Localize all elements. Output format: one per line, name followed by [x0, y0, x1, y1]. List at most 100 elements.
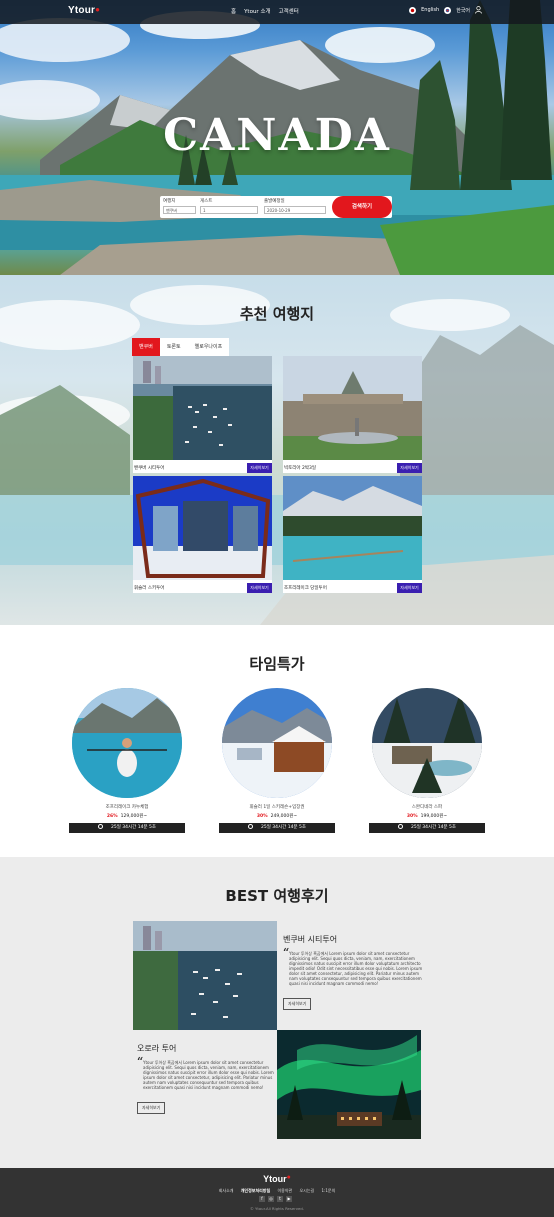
card-title: 빅토리아 2박3일 — [284, 466, 316, 471]
deal-timer-text: 25일 34시간 14분 5초 — [110, 825, 157, 830]
footer-logo-text: Ytour — [263, 1174, 287, 1184]
destination-field: 여행지 밴쿠버 — [163, 198, 196, 214]
nav-about[interactable]: Ytour 소개 — [244, 7, 271, 15]
card-more-button[interactable]: 자세히보기 — [397, 463, 422, 473]
guest-label: 게스트 — [200, 199, 213, 204]
top-navigation: Ytour● 홈 Ytour 소개 고객센터 English 한국어 — [0, 0, 554, 24]
card-title: 조프리레이크 당일투어 — [284, 586, 327, 591]
twitter-icon[interactable]: t — [277, 1196, 283, 1202]
clock-icon — [247, 824, 253, 829]
review-more-button[interactable]: 자세히보기 — [137, 1102, 166, 1114]
user-icon[interactable] — [475, 6, 482, 14]
card-more-button[interactable]: 자세히보기 — [247, 463, 272, 473]
nav-home[interactable]: 홈 — [231, 7, 236, 15]
card-title: 밴쿠버 시티투어 — [134, 466, 165, 471]
deal-title: 휘슬러 1일 스키레슨+입장권 — [249, 805, 305, 810]
deal-price-value: 199,000원~ — [420, 814, 448, 819]
instagram-icon[interactable]: ◎ — [268, 1196, 274, 1202]
timedeal-section: 타임특가 조프리레이크 카누체험 26% 129,000원~ 25일 34시간 1… — [0, 625, 554, 857]
deal-title: 조프리레이크 카누체험 — [105, 805, 149, 810]
review-title: BEST 여행후기 — [225, 887, 329, 905]
deal-item[interactable]: 스완디네라 스파 30% 199,000원~ 25일 34시간 14분 5초 — [369, 688, 485, 833]
deal-price-value: 249,000원~ — [270, 814, 298, 819]
review-more-button[interactable]: 자세히보기 — [283, 998, 312, 1010]
lang-korean[interactable]: 한국어 — [456, 7, 470, 14]
review-item-title: 벤쿠버 시티투어 — [283, 935, 338, 944]
recommend-card[interactable]: 조프리레이크 당일투어 자세히보기 — [283, 476, 422, 593]
clock-icon — [97, 824, 103, 829]
footer-link-about[interactable]: 회사소개 — [219, 1188, 234, 1193]
recommend-card[interactable]: 밴쿠버 시티투어 자세히보기 — [133, 356, 272, 473]
deal-image — [72, 688, 182, 798]
review-item-title: 오로라 투어 — [137, 1044, 177, 1053]
date-field: 출발예정일 2020-10-29 — [264, 198, 326, 214]
deal-price-value: 129,000원~ — [120, 814, 148, 819]
guest-field: 게스트 1 — [200, 198, 258, 214]
footer-link-inquiry[interactable]: 1:1문의 — [321, 1188, 335, 1193]
tab-toronto[interactable]: 토론토 — [159, 338, 188, 356]
logo[interactable]: Ytour● — [68, 5, 100, 16]
footer: Ytour● 회사소개 개인정보처리방침 이용약관 오시는길 1:1문의 f ◎… — [0, 1168, 554, 1217]
card-more-button[interactable]: 자세히보기 — [397, 583, 422, 593]
nav-support[interactable]: 고객센터 — [279, 7, 299, 15]
recommend-title: 추천 여행지 — [239, 305, 315, 323]
footer-sns: f ◎ t ▶ — [259, 1196, 292, 1202]
recommend-card[interactable]: 휘슬러 스키투어 자세히보기 — [133, 476, 272, 593]
youtube-icon[interactable]: ▶ — [286, 1196, 292, 1202]
canada-flag-icon — [409, 6, 417, 14]
korea-flag-icon — [444, 6, 452, 14]
card-more-button[interactable]: 자세히보기 — [247, 583, 272, 593]
footer-link-privacy[interactable]: 개인정보처리방침 — [241, 1188, 270, 1193]
deal-timer-text: 25일 34시간 14분 5초 — [260, 825, 307, 830]
tab-vancouver[interactable]: 밴쿠버 — [132, 338, 160, 356]
card-image — [283, 476, 422, 580]
destination-select[interactable]: 밴쿠버 — [163, 206, 196, 214]
hero-title: CANADA — [163, 110, 391, 161]
tab-yellowknife[interactable]: 옐로우나이프 — [187, 338, 230, 356]
logo-dot-icon: ● — [95, 5, 101, 14]
facebook-icon[interactable]: f — [259, 1196, 265, 1202]
deal-timer-text: 25일 34시간 14분 5초 — [410, 825, 457, 830]
card-image — [283, 356, 422, 460]
recommend-tabs: 밴쿠버 토론토 옐로우나이프 — [132, 338, 230, 356]
review-image-aurora — [277, 1030, 421, 1139]
deal-discount: 30% — [256, 814, 268, 819]
deal-timer: 25일 34시간 14분 5초 — [69, 823, 185, 833]
deal-discount: 26% — [106, 814, 118, 819]
footer-link-terms[interactable]: 이용약관 — [277, 1188, 292, 1193]
deal-image — [222, 688, 332, 798]
deal-timer: 25일 34시간 14분 5초 — [219, 823, 335, 833]
review-body: Ytour 투어상 흑곰에서 Lorem ipsum dolor sit ame… — [289, 951, 423, 986]
timedeal-title: 타임특가 — [249, 655, 305, 673]
quote-icon: “ — [137, 1055, 144, 1068]
card-title: 휘슬러 스키투어 — [134, 586, 165, 591]
copyright: © Ytour.All Rights Reserved. — [250, 1206, 304, 1211]
deal-timer: 25일 34시간 14분 5초 — [369, 823, 485, 833]
guest-select[interactable]: 1 — [200, 206, 258, 214]
review-text-block: 오로라 투어 “ Ytour 투어상 흑곰에서 Lorem ipsum dolo… — [137, 1043, 281, 1114]
quote-icon: “ — [283, 946, 290, 959]
deal-image — [372, 688, 482, 798]
recommend-section: 추천 여행지 밴쿠버 토론토 옐로우나이프 밴쿠버 시티투어 자세히보기 빅토리… — [0, 275, 554, 625]
main-nav: 홈 Ytour 소개 고객센터 — [231, 7, 299, 15]
deal-item[interactable]: 휘슬러 1일 스키레슨+입장권 30% 249,000원~ 25일 34시간 14… — [219, 688, 335, 833]
deal-title: 스완디네라 스파 — [411, 805, 443, 810]
date-input[interactable]: 2020-10-29 — [264, 206, 326, 214]
review-text-block: 벤쿠버 시티투어 “ Ytour 투어상 흑곰에서 Lorem ipsum do… — [283, 934, 427, 1010]
review-body: Ytour 투어상 흑곰에서 Lorem ipsum dolor sit ame… — [143, 1060, 274, 1090]
clock-icon — [397, 824, 403, 829]
deal-price: 30% 249,000원~ — [219, 813, 335, 819]
logo-text: Ytour — [68, 5, 96, 16]
lang-english[interactable]: English — [421, 7, 439, 13]
card-image — [133, 476, 272, 580]
footer-logo[interactable]: Ytour● — [0, 1174, 554, 1184]
search-button[interactable]: 검색하기 — [332, 196, 392, 218]
deal-price: 26% 129,000원~ — [69, 813, 185, 819]
recommend-card[interactable]: 빅토리아 2박3일 자세히보기 — [283, 356, 422, 473]
deal-item[interactable]: 조프리레이크 카누체험 26% 129,000원~ 25일 34시간 14분 5초 — [69, 688, 185, 833]
footer-link-location[interactable]: 오시는길 — [299, 1188, 314, 1193]
deal-price: 30% 199,000원~ — [369, 813, 485, 819]
recommend-background-image — [0, 285, 554, 625]
utility-menu: English 한국어 — [409, 6, 482, 14]
date-label: 출발예정일 — [264, 199, 285, 204]
